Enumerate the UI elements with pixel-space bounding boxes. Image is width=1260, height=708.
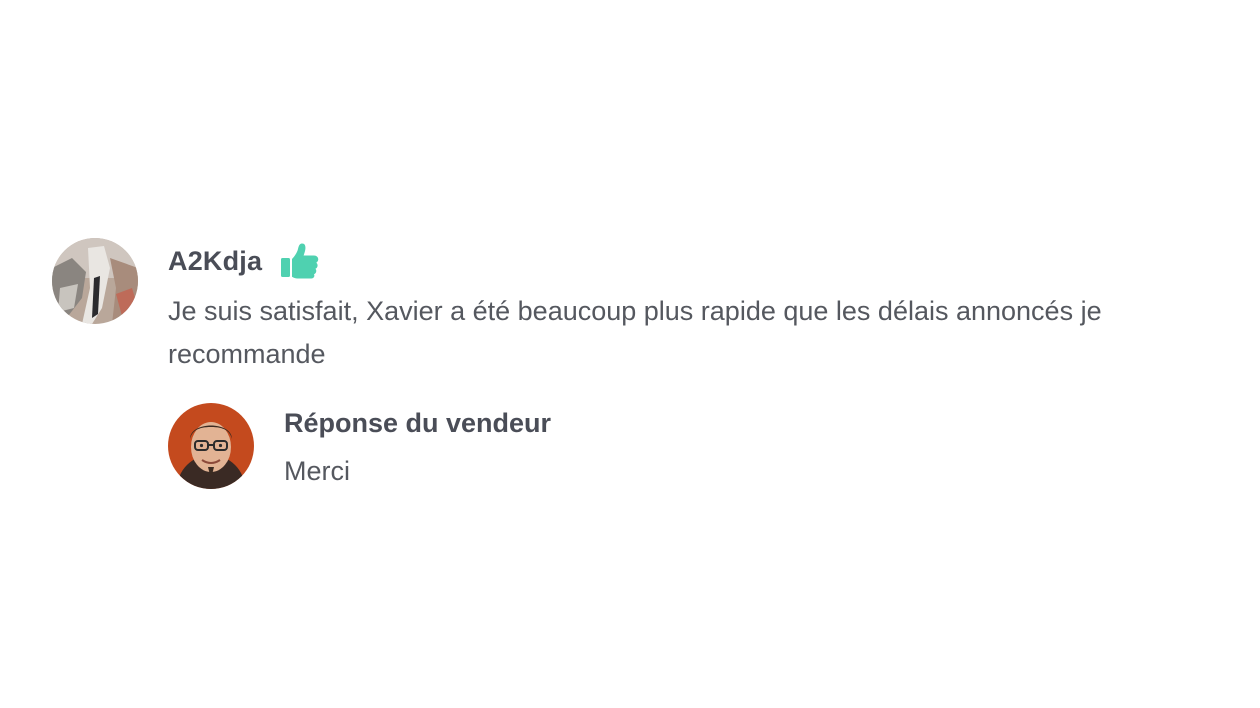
reviewer-name[interactable]: A2Kdja [168, 246, 262, 277]
review-body: A2Kdja Je suis satisfait, Xavier a été b… [168, 242, 1128, 376]
thumbs-up-icon [280, 242, 320, 280]
reviewer-avatar-image [52, 238, 138, 324]
reviewer-avatar[interactable] [52, 238, 138, 324]
seller-avatar[interactable] [168, 403, 254, 489]
seller-reply-title: Réponse du vendeur [284, 408, 552, 438]
seller-reply-body: Réponse du vendeur Merci [284, 403, 844, 491]
seller-reply-text: Merci [284, 456, 350, 486]
review-text: Je suis satisfait, Xavier a été beaucoup… [168, 296, 1102, 369]
reviewer-line: A2Kdja [168, 242, 1128, 280]
seller-avatar-image [168, 403, 254, 489]
